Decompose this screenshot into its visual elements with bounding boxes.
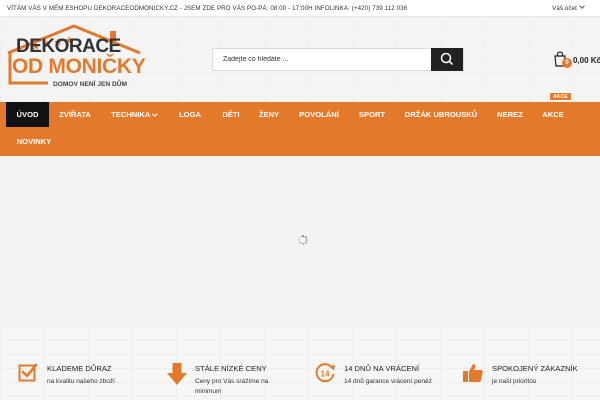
feature-return: 14 14 DNŮ NA VRÁCENÍ 14 dnů garance vrác… — [314, 362, 454, 396]
nav-item-loga[interactable]: LOGA — [170, 102, 210, 127]
account-label: Váš účet — [552, 5, 577, 12]
nav-label: ÚVOD — [16, 110, 39, 119]
main-content — [0, 156, 600, 326]
svg-text:14: 14 — [321, 370, 330, 379]
nav-label: DĚTI — [222, 110, 240, 119]
nav-label: ŽENY — [258, 110, 280, 119]
feature-low-prices: STÁLE NÍZKÉ CENY Ceny pro Vás srážíme na… — [167, 362, 297, 396]
header: DEKORACE OD MONIČKY DOMOV NENÍ JEN DŮM 0… — [0, 17, 600, 102]
checkbox-icon — [18, 363, 38, 382]
feature-desc: Ceny pro Vás srážíme na minimum — [195, 378, 269, 395]
nav-item-uvod[interactable]: ÚVOD — [6, 102, 49, 127]
feature-desc: 14 dnů garance vrácení peněz — [344, 378, 432, 385]
account-menu[interactable]: Váš účet — [552, 3, 585, 12]
logo-title: DEKORACE — [16, 36, 121, 57]
cart-total: 0,00 Kč — [573, 56, 600, 65]
nav-item-sport[interactable]: SPORT — [352, 102, 392, 127]
cart[interactable]: 0 0,00 Kč — [553, 51, 600, 71]
feature-title: 14 DNŮ NA VRÁCENÍ — [344, 364, 420, 373]
chevron-down-icon — [152, 110, 158, 116]
welcome-message: VÍTÁM VÁS V MÉM ESHOPU DEKORACEODMONICKY… — [7, 5, 408, 12]
logo[interactable]: DEKORACE OD MONIČKY DOMOV NENÍ JEN DŮM — [6, 23, 146, 93]
nav-item-akce[interactable]: AKCE — [536, 102, 570, 127]
nav-item-technika[interactable]: TECHNIKA — [104, 102, 164, 127]
nav-item-deti[interactable]: DĚTI — [214, 102, 248, 127]
nav-label: DRŽÁK UBROUSKŮ — [404, 110, 478, 119]
search-input[interactable] — [213, 49, 432, 70]
nav-label: LOGA — [179, 110, 201, 119]
feature-title: STÁLE NÍZKÉ CENY — [195, 364, 267, 373]
nav-label: TECHNIKA — [111, 110, 151, 119]
chevron-down-icon — [579, 3, 585, 9]
features-bar: KLADEME DŮRAZ na kvalitu našeho zboží ST… — [0, 326, 600, 400]
nav-item-zvirata[interactable]: ZVÍŘATA — [52, 102, 98, 127]
search-bar — [212, 48, 464, 71]
thumbs-up-icon — [463, 364, 483, 382]
nav-item-zeny[interactable]: ŽENY — [252, 102, 286, 127]
search-icon — [440, 52, 454, 66]
feature-desc: na kvalitu našeho zboží — [47, 378, 115, 385]
akce-badge: AKCE — [549, 92, 572, 101]
search-button[interactable] — [431, 48, 463, 71]
logo-subtitle: OD MONIČKY — [12, 55, 146, 78]
nav-item-povolani[interactable]: POVOLÁNÍ — [292, 102, 346, 127]
nav-label: POVOLÁNÍ — [299, 110, 339, 119]
feature-quality: KLADEME DŮRAZ na kvalitu našeho zboží — [18, 362, 148, 396]
feature-title: KLADEME DŮRAZ — [47, 364, 112, 373]
feature-title: SPOKOJENÝ ZÁKAZNÍK — [492, 364, 578, 373]
cart-count-badge: 0 — [562, 58, 572, 68]
logo-tagline: DOMOV NENÍ JEN DŮM — [53, 81, 128, 88]
nav-label: NOVINKY — [16, 137, 52, 146]
nav-label: AKCE — [542, 110, 564, 119]
nav-label: NEREZ — [497, 110, 523, 119]
top-bar: VÍTÁM VÁS V MÉM ESHOPU DEKORACEODMONICKY… — [0, 0, 600, 17]
nav-item-drzak-ubrousku[interactable]: DRŽÁK UBROUSKŮ — [398, 102, 484, 127]
feature-desc: je naší prioritou — [492, 378, 537, 385]
nav-label: SPORT — [358, 110, 386, 119]
main-navigation: ÚVOD ZVÍŘATA TECHNIKA LOGA DĚTI ŽENY POV… — [0, 102, 600, 156]
nav-item-novinky[interactable]: NOVINKY — [8, 129, 60, 154]
loading-spinner-icon — [298, 235, 308, 245]
nav-label: ZVÍŘATA — [59, 110, 91, 119]
feature-satisfied: SPOKOJENÝ ZÁKAZNÍK je naší prioritou — [462, 362, 592, 396]
nav-item-nerez[interactable]: NEREZ — [490, 102, 530, 127]
arrow-down-icon — [167, 363, 187, 385]
return-14-icon: 14 — [315, 363, 335, 383]
